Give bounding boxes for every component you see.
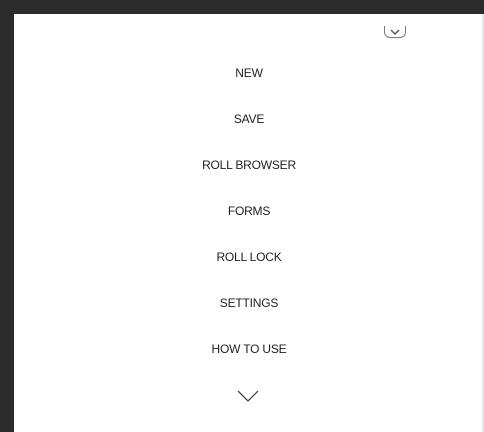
menu-panel: NEW SAVE ROLL BROWSER FORMS ROLL LOCK SE…	[14, 14, 484, 432]
app-screen: NEW SAVE ROLL BROWSER FORMS ROLL LOCK SE…	[0, 0, 484, 432]
menu-item-save[interactable]: SAVE	[14, 111, 484, 127]
menu-item-new[interactable]: NEW	[14, 65, 484, 81]
main-menu: NEW SAVE ROLL BROWSER FORMS ROLL LOCK SE…	[14, 14, 484, 432]
menu-item-forms[interactable]: FORMS	[14, 203, 484, 219]
scroll-down-button[interactable]	[236, 388, 260, 404]
chevron-down-icon	[237, 390, 259, 402]
menu-item-roll-browser[interactable]: ROLL BROWSER	[14, 157, 484, 173]
menu-item-settings[interactable]: SETTINGS	[14, 295, 484, 311]
menu-item-roll-lock[interactable]: ROLL LOCK	[14, 249, 484, 265]
menu-item-how-to-use[interactable]: HOW TO USE	[14, 341, 484, 357]
